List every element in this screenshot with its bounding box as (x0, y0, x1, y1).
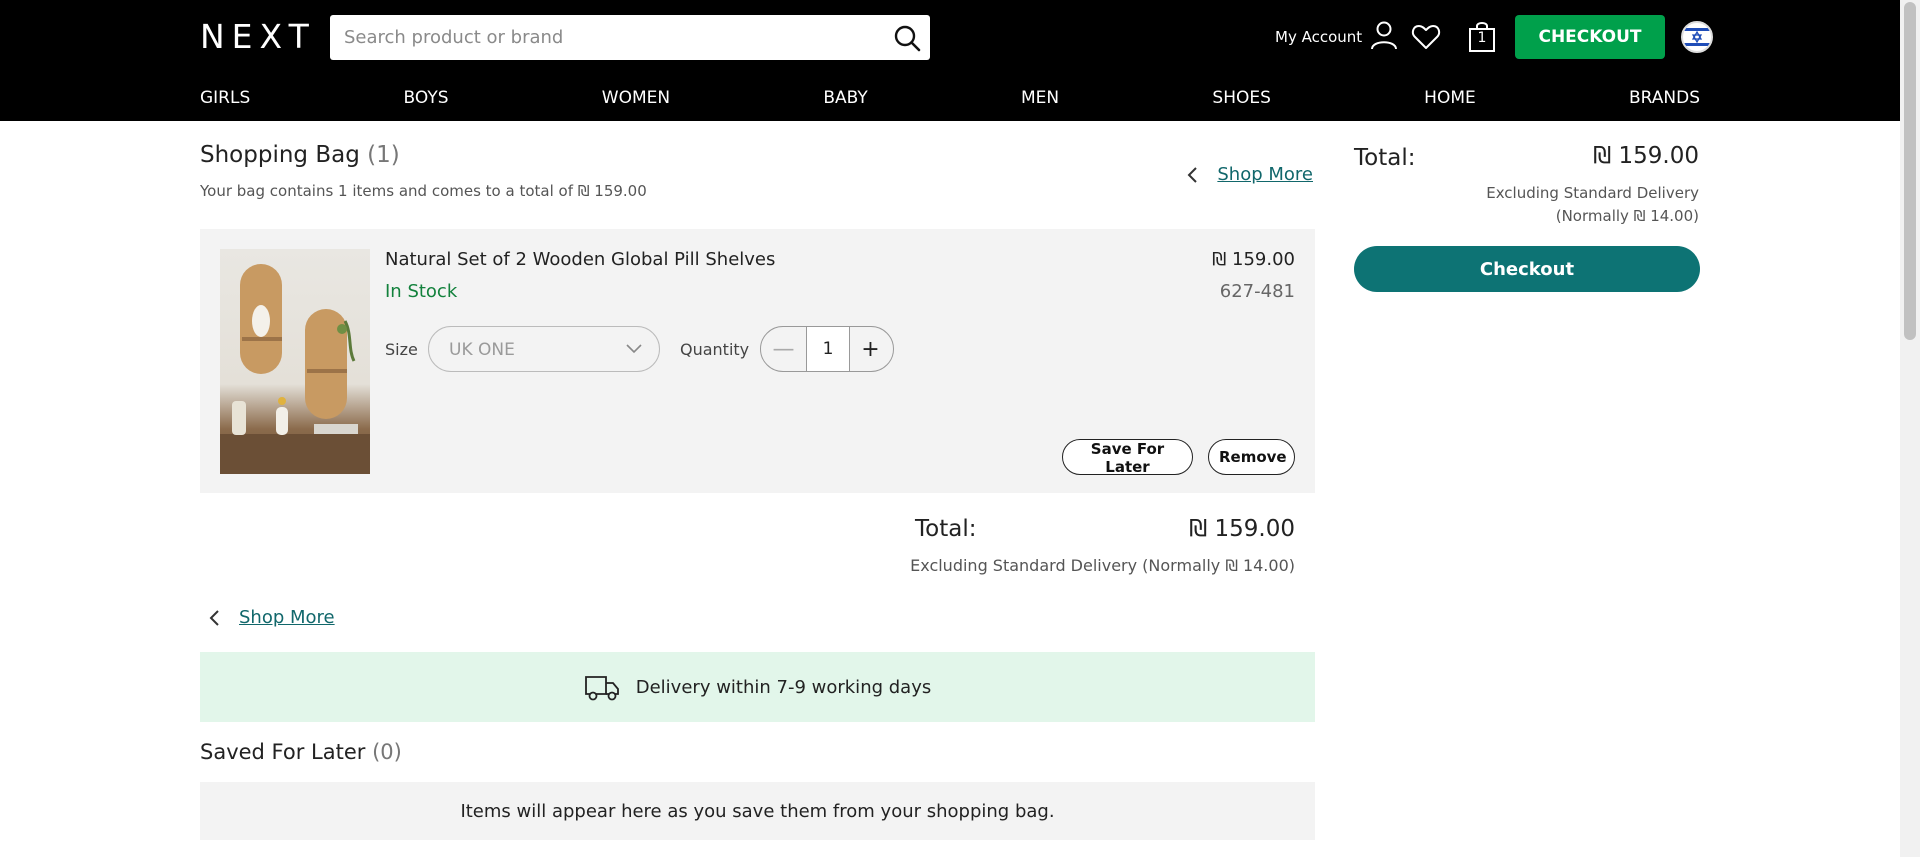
size-select[interactable]: UK ONE (428, 326, 660, 372)
decrease-quantity-button[interactable]: — (761, 327, 806, 371)
bag-item-card: Natural Set of 2 Wooden Global Pill Shel… (200, 229, 1315, 493)
chevron-left-icon (1187, 166, 1198, 183)
product-image[interactable] (220, 249, 370, 474)
chevron-down-icon (626, 344, 642, 354)
product-code: 627-481 (1219, 281, 1295, 302)
shopping-bag-title: Shopping Bag (1) (200, 142, 400, 168)
nav-men[interactable]: MEN (1021, 86, 1059, 110)
bag-total-label: Total: (915, 516, 977, 542)
user-icon (1370, 20, 1398, 54)
remove-button[interactable]: Remove (1208, 439, 1295, 475)
shopping-bag-icon[interactable]: 1 (1466, 20, 1498, 54)
summary-note-line1: Excluding Standard Delivery (1486, 184, 1699, 202)
checkout-button[interactable]: Checkout (1354, 246, 1700, 292)
bag-item-count: (1) (367, 142, 400, 168)
nav-brands[interactable]: BRANDS (1629, 86, 1700, 110)
heart-icon[interactable] (1411, 22, 1441, 52)
save-for-later-button[interactable]: Save For Later (1062, 439, 1193, 476)
my-account-link[interactable]: My Account (1275, 18, 1398, 56)
quantity-stepper: — 1 + (760, 326, 894, 372)
shop-more-label[interactable]: Shop More (239, 607, 335, 628)
main-navigation: GIRLS BOYS WOMEN BABY MEN SHOES HOME BRA… (200, 86, 1700, 110)
nav-women[interactable]: WOMEN (602, 86, 670, 110)
bag-delivery-note: Excluding Standard Delivery (Normally ₪ … (910, 556, 1295, 575)
next-logo[interactable]: NEXT (200, 20, 316, 54)
saved-item-count: (0) (372, 740, 402, 764)
search-icon[interactable] (892, 23, 922, 53)
my-account-label: My Account (1275, 28, 1363, 46)
delivery-text: Delivery within 7-9 working days (635, 676, 932, 698)
search-input[interactable] (344, 15, 874, 60)
scrollbar-thumb[interactable] (1904, 2, 1916, 340)
delivery-truck-icon (584, 676, 619, 701)
saved-empty-message: Items will appear here as you save them … (200, 782, 1315, 840)
saved-for-later-title: Saved For Later (0) (200, 740, 402, 764)
shop-more-link-bottom[interactable]: Shop More (205, 607, 335, 628)
bag-summary-text: Your bag contains 1 items and comes to a… (200, 182, 647, 200)
header-checkout-button[interactable]: CHECKOUT (1515, 15, 1665, 59)
israel-flag-icon[interactable] (1681, 21, 1713, 53)
nav-girls[interactable]: GIRLS (200, 86, 250, 110)
saved-title-text: Saved For Later (200, 740, 366, 764)
product-name[interactable]: Natural Set of 2 Wooden Global Pill Shel… (385, 249, 775, 270)
summary-total-value: ₪ 159.00 (1593, 143, 1699, 169)
nav-shoes[interactable]: SHOES (1212, 86, 1271, 110)
nav-baby[interactable]: BABY (823, 86, 867, 110)
chevron-left-icon (209, 609, 219, 626)
search-bar (330, 15, 930, 60)
quantity-label: Quantity (680, 340, 750, 359)
product-price: ₪ 159.00 (1212, 249, 1295, 270)
summary-delivery-note: Excluding Standard Delivery (Normally ₪ … (1486, 182, 1699, 228)
shop-more-label[interactable]: Shop More (1217, 164, 1313, 185)
bag-total-value: ₪ 159.00 (1189, 516, 1295, 542)
shop-more-link-top[interactable]: Shop More (1183, 164, 1313, 185)
summary-note-line2: (Normally ₪ 14.00) (1555, 207, 1699, 225)
quantity-value[interactable]: 1 (806, 327, 850, 371)
summary-total-label: Total: (1354, 145, 1416, 171)
size-label: Size (385, 340, 418, 359)
page-scrollbar[interactable] (1900, 0, 1920, 857)
nav-home[interactable]: HOME (1424, 86, 1476, 110)
increase-quantity-button[interactable]: + (848, 327, 893, 371)
nav-boys[interactable]: BOYS (404, 86, 449, 110)
size-select-value: UK ONE (449, 340, 515, 360)
stock-status: In Stock (385, 281, 458, 302)
bag-count-badge: 1 (1477, 30, 1487, 46)
delivery-banner: Delivery within 7-9 working days (200, 652, 1315, 722)
site-header: NEXT My Account 1 CHECKOUT GIRLS BOYS WO… (0, 0, 1900, 121)
bag-title-text: Shopping Bag (200, 142, 360, 168)
